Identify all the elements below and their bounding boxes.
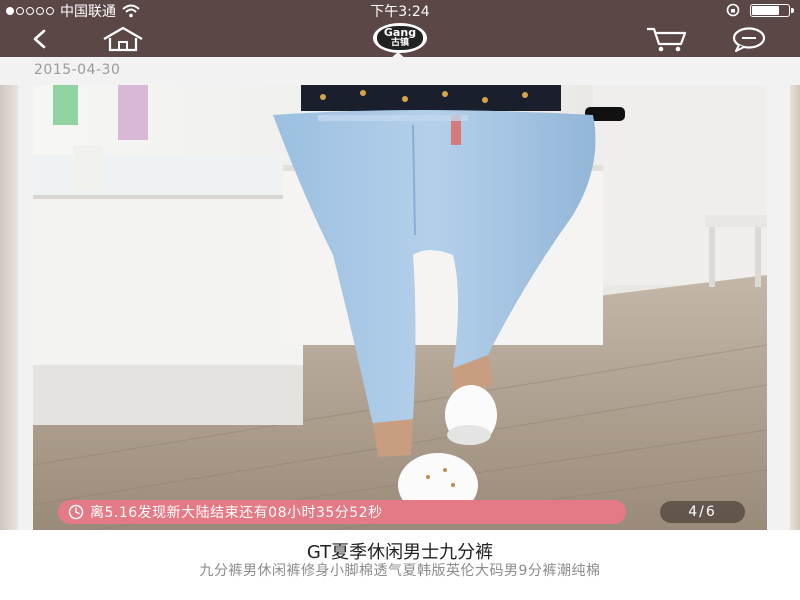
rotation-lock-icon (726, 3, 740, 17)
home-icon (103, 26, 143, 51)
nav-pointer-caret (390, 52, 406, 59)
status-time: 下午3:24 (370, 4, 430, 20)
post-date: 2015-04-30 (34, 62, 121, 78)
cart-icon (647, 27, 687, 51)
logo-english-text: Gang (383, 25, 417, 39)
product-photo (33, 85, 767, 530)
brand-logo[interactable]: Gang 古镇 (373, 23, 427, 53)
status-bar: 中国联通 下午3:24 (0, 0, 800, 20)
carousel-prev-image-peek[interactable] (0, 85, 18, 530)
clock-icon (68, 504, 84, 520)
cart-button[interactable] (642, 20, 692, 57)
back-button[interactable] (22, 20, 58, 57)
logo-chinese-text: 古镇 (390, 37, 409, 48)
chevron-left-icon (33, 29, 46, 48)
status-right (726, 3, 794, 17)
battery-icon (750, 3, 794, 17)
carousel-next-image-peek[interactable] (790, 85, 800, 530)
home-button[interactable] (98, 20, 148, 57)
chat-button[interactable] (724, 20, 774, 57)
product-title[interactable]: GT夏季休闲男士九分裤 (0, 538, 800, 564)
chat-bubble-icon (732, 26, 766, 52)
countdown-text: 离5.16发现新大陆结束还有08小时35分52秒 (90, 505, 383, 521)
product-image-carousel[interactable] (33, 85, 767, 530)
product-description: 九分裤男休闲裤修身小脚棉透气夏韩版英伦大码男9分裤潮纯棉 (199, 563, 601, 579)
image-counter-badge: 4/6 (660, 501, 745, 523)
sale-countdown-banner: 离5.16发现新大陆结束还有08小时35分52秒 (58, 500, 626, 524)
